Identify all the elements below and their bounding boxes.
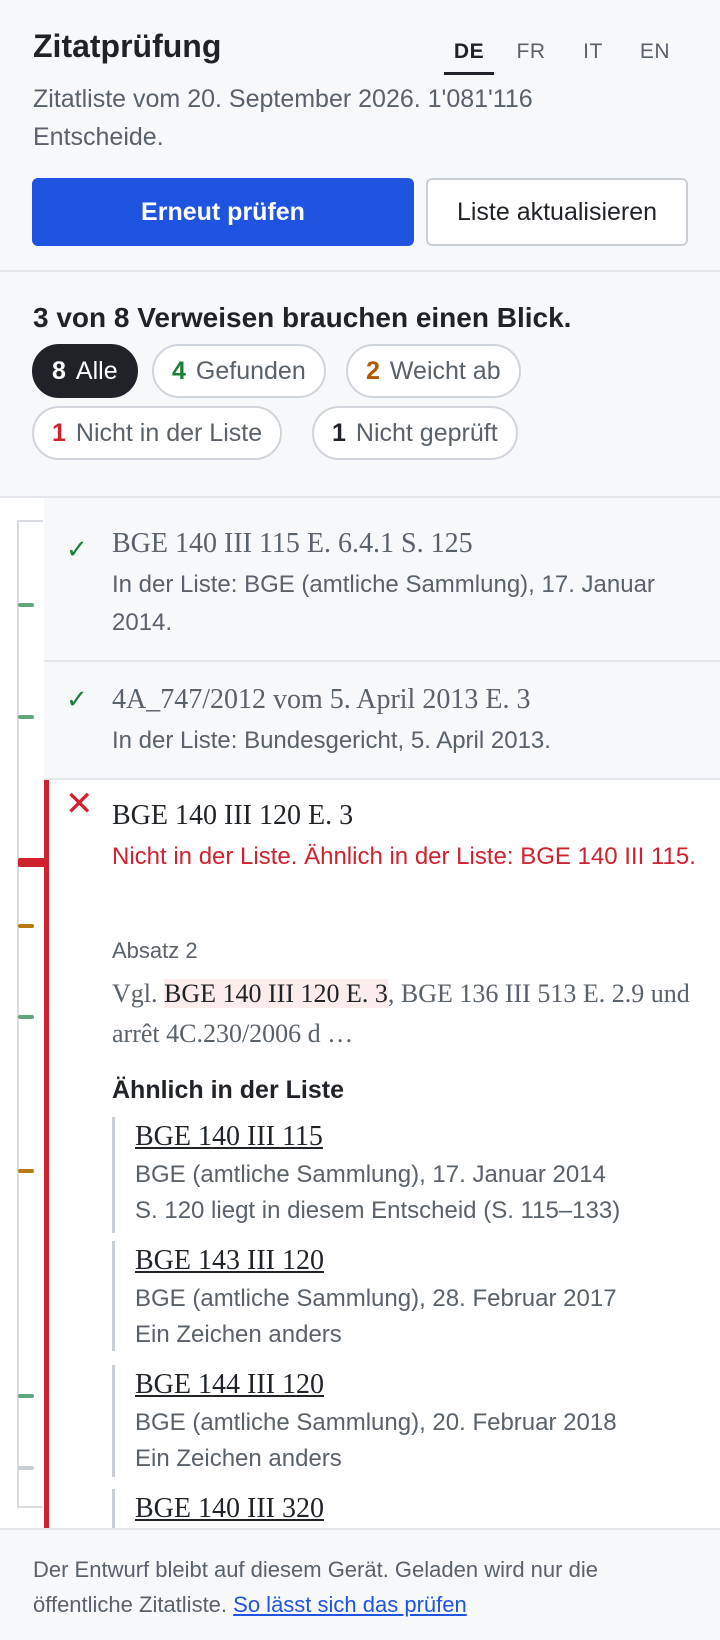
filter-not-checked[interactable]: 1 Nicht geprüft <box>312 406 518 460</box>
filter-found[interactable]: 4 Gefunden <box>152 344 326 398</box>
overview-rail[interactable] <box>17 520 43 1508</box>
rail-marker-unchecked[interactable] <box>18 1466 34 1470</box>
recheck-button[interactable]: Erneut prüfen <box>32 178 414 246</box>
verify-link[interactable]: So lässt sich das prüfen <box>233 1592 467 1617</box>
citation-status: In der Liste: BGE (amtliche Sammlung), 1… <box>112 571 655 636</box>
summary-panel: 3 von 8 Verweisen brauchen einen Blick. … <box>0 272 720 498</box>
list-info: Zitatliste vom 20. September 2026. 1'081… <box>33 85 533 151</box>
filter-count: 4 <box>172 356 186 385</box>
summary-text: 3 von 8 Verweisen brauchen einen Blick. <box>33 302 572 333</box>
language-switcher: DE FR IT EN <box>432 40 680 75</box>
filter-count: 2 <box>366 356 380 385</box>
filter-label: Weicht ab <box>389 356 501 385</box>
cross-icon: ✕ <box>65 785 94 823</box>
lang-fr[interactable]: FR <box>506 40 556 75</box>
rail-marker-differs[interactable] <box>18 924 34 928</box>
similar-note: Ein Zeichen anders <box>135 1445 342 1472</box>
similar-link[interactable]: BGE 140 III 115 <box>135 1117 712 1157</box>
citation-ref: BGE 140 III 115 E. 6.4.1 S. 125 <box>112 528 473 559</box>
excerpt-prefix: Vgl. <box>112 979 164 1008</box>
citation-ref: BGE 140 III 120 E. 3 <box>112 800 354 831</box>
similar-source: BGE (amtliche Sammlung), 20. Februar 201… <box>135 1409 617 1436</box>
lang-en[interactable]: EN <box>630 40 680 75</box>
header-panel: Zitatprüfung DE FR IT EN Zitatliste vom … <box>0 0 720 272</box>
similar-note: S. 120 liegt in diesem Entscheid (S. 115… <box>135 1197 621 1224</box>
similar-link[interactable]: BGE 144 III 120 <box>135 1365 712 1405</box>
paragraph-excerpt: Vgl. BGE 140 III 120 E. 3, BGE 136 III 5… <box>112 974 702 1054</box>
similar-note: Ein Zeichen anders <box>135 1321 342 1348</box>
privacy-note: Der Entwurf bleibt auf diesem Gerät. Gel… <box>33 1552 693 1622</box>
lang-it[interactable]: IT <box>568 40 618 75</box>
update-list-button[interactable]: Liste aktualisieren <box>426 178 688 246</box>
similar-source: BGE (amtliche Sammlung), 28. Februar 201… <box>135 1285 617 1312</box>
paragraph-label: Absatz 2 <box>112 938 198 963</box>
similar-item: BGE 140 III 115 BGE (amtliche Sammlung),… <box>112 1117 712 1233</box>
rail-marker-found[interactable] <box>18 1015 34 1019</box>
similar-source: BGE (amtliche Sammlung), 17. Januar 2014 <box>135 1161 606 1188</box>
filter-label: Gefunden <box>195 356 306 385</box>
rail-marker-found[interactable] <box>18 715 34 719</box>
filter-label: Nicht in der Liste <box>75 418 263 447</box>
citation-card[interactable]: ✓ 4A_747/2012 vom 5. April 2013 E. 3 In … <box>44 662 720 780</box>
check-icon: ✓ <box>66 534 88 564</box>
filter-count: 1 <box>332 418 346 447</box>
citation-status: Nicht in der Liste. Ähnlich in der Liste… <box>112 843 696 870</box>
citation-status: In der Liste: Bundesgericht, 5. April 20… <box>112 727 551 754</box>
check-icon: ✓ <box>66 684 88 714</box>
similar-item: BGE 143 III 120 BGE (amtliche Sammlung),… <box>112 1241 712 1351</box>
similar-link[interactable]: BGE 140 III 320 <box>135 1489 712 1529</box>
similar-link[interactable]: BGE 143 III 120 <box>135 1241 712 1281</box>
rail-marker-found[interactable] <box>18 603 34 607</box>
lang-de[interactable]: DE <box>444 40 494 75</box>
citation-card[interactable]: ✓ BGE 140 III 115 E. 6.4.1 S. 125 In der… <box>44 498 720 662</box>
excerpt-highlight: BGE 140 III 120 E. 3 <box>164 979 388 1008</box>
filter-count: 1 <box>52 418 66 447</box>
similar-heading: Ähnlich in der Liste <box>112 1076 344 1104</box>
filter-all[interactable]: 8 Alle <box>32 344 138 398</box>
filter-count: 8 <box>52 356 66 385</box>
page-title: Zitatprüfung <box>33 28 222 64</box>
rail-marker-found[interactable] <box>18 1394 34 1398</box>
similar-item: BGE 144 III 120 BGE (amtliche Sammlung),… <box>112 1365 712 1477</box>
filter-label: Alle <box>75 356 118 385</box>
citation-ref: 4A_747/2012 vom 5. April 2013 E. 3 <box>112 684 531 715</box>
rail-marker-differs[interactable] <box>18 1169 34 1173</box>
citation-card-expanded[interactable]: ✕ BGE 140 III 120 E. 3 Nicht in der List… <box>44 780 720 1549</box>
filter-not-in-list[interactable]: 1 Nicht in der Liste <box>32 406 283 460</box>
filter-label: Nicht geprüft <box>355 418 498 447</box>
filter-differs[interactable]: 2 Weicht ab <box>346 344 521 398</box>
privacy-footer: Der Entwurf bleibt auf diesem Gerät. Gel… <box>0 1528 720 1640</box>
